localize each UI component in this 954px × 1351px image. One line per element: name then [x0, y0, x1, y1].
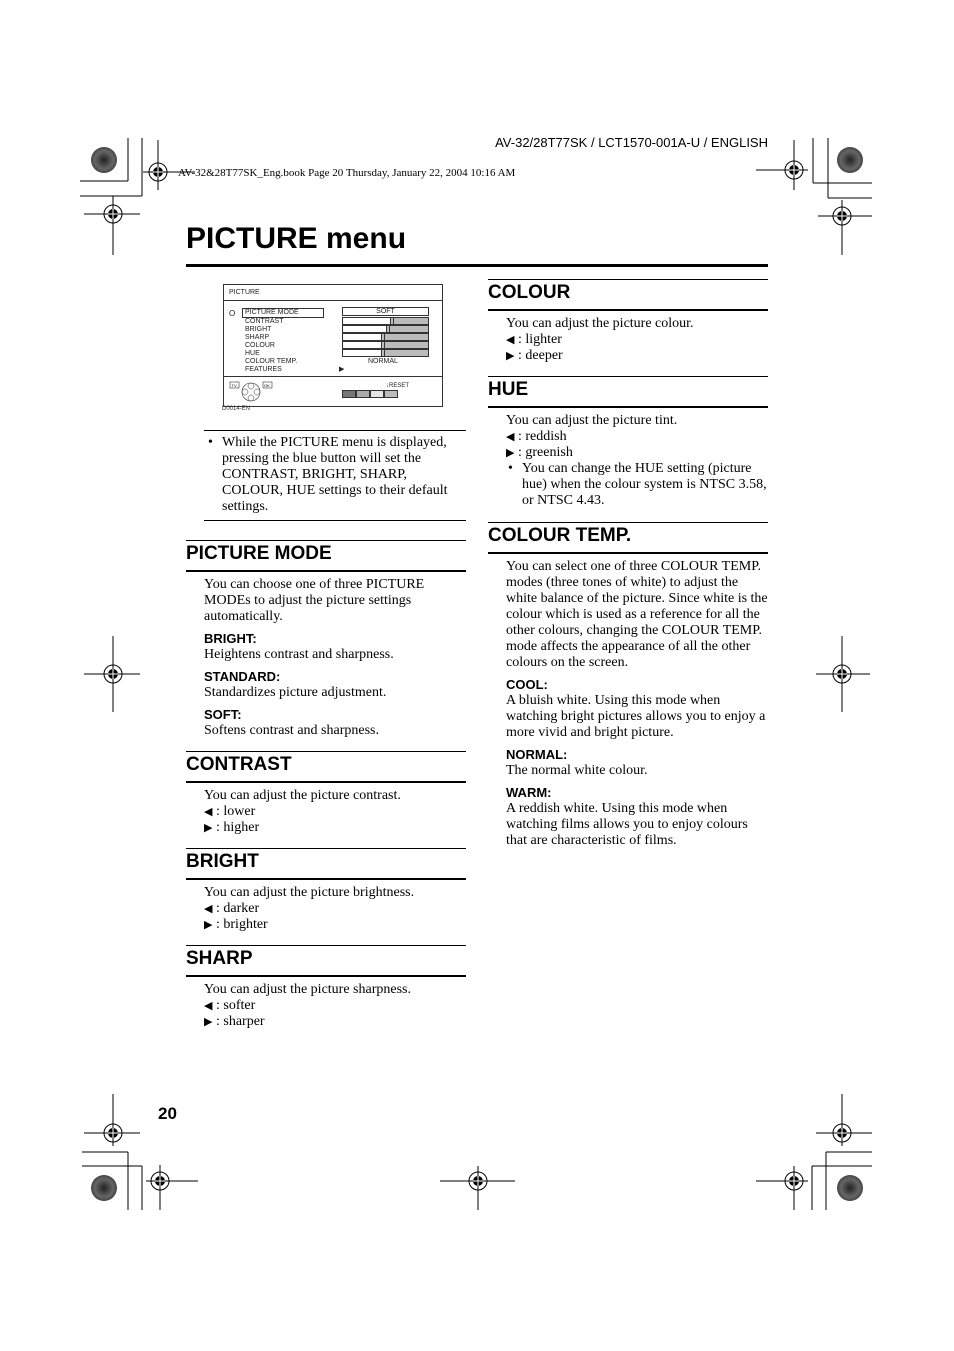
section-heading: HUE — [488, 376, 768, 408]
right-action: : greenish — [518, 445, 573, 460]
ok-label: OK — [264, 383, 270, 388]
remote-dpad-icon: TV OK — [229, 381, 273, 402]
model-code-header: AV-32/28T77SK / LCT1570-001A-U / ENGLISH — [495, 135, 768, 150]
osd-reset-label: ↓RESET — [386, 383, 410, 389]
osd-contrast-bar — [342, 317, 429, 325]
section-bright: BRIGHT You can adjust the picture bright… — [186, 848, 466, 933]
section-sharp: SHARP You can adjust the picture sharpne… — [186, 945, 466, 1030]
red-key — [342, 390, 356, 398]
section-intro: You can choose one of three PICTURE MODE… — [204, 577, 425, 624]
osd-item: HUE — [245, 350, 260, 357]
osd-item: SHARP — [245, 334, 270, 341]
reset-text: RESET — [389, 383, 410, 389]
hue-note: You can change the HUE setting (picture … — [504, 461, 768, 509]
note-text: While the PICTURE menu is displayed, pre… — [204, 435, 466, 515]
osd-item: PICTURE MODE — [242, 308, 324, 318]
right-action: : sharper — [216, 1014, 265, 1029]
section-intro: You can adjust the picture brightness. — [204, 885, 415, 900]
mode-name: NORMAL: — [506, 747, 568, 762]
blue-button-note: While the PICTURE menu is displayed, pre… — [204, 430, 466, 521]
section-heading: COLOUR — [488, 279, 768, 311]
left-action: : reddish — [518, 429, 567, 444]
left-action: : softer — [216, 998, 256, 1013]
osd-item: FEATURES — [245, 366, 282, 373]
osd-item-list: PICTURE MODE CONTRAST BRIGHT SHARP COLOU… — [242, 308, 324, 374]
left-arrow-icon: ◀ — [506, 334, 515, 346]
right-arrow-icon: ▶ — [506, 447, 515, 459]
page-title: PICTURE menu — [186, 222, 407, 255]
section-heading: COLOUR TEMP. — [488, 522, 768, 554]
left-action: : darker — [216, 901, 260, 916]
mode-desc: Standardizes picture adjustment. — [204, 685, 387, 700]
mode-name: SOFT: — [204, 707, 242, 722]
right-action: : higher — [216, 820, 260, 835]
osd-title: PICTURE — [229, 289, 260, 296]
section-heading: CONTRAST — [186, 751, 466, 783]
right-action: : deeper — [518, 348, 563, 363]
section-intro: You can adjust the picture contrast. — [204, 788, 401, 803]
right-action: : brighter — [216, 917, 268, 932]
osd-picture-mode-value: SOFT — [342, 307, 429, 316]
osd-hue-bar — [342, 349, 429, 357]
section-intro: You can adjust the picture sharpness. — [204, 982, 411, 997]
osd-item: COLOUR TEMP. — [245, 358, 298, 365]
osd-item: CONTRAST — [245, 318, 284, 325]
mode-desc: Softens contrast and sharpness. — [204, 723, 379, 738]
left-action: : lower — [216, 804, 256, 819]
right-arrow-icon: ▶ — [204, 1016, 213, 1028]
osd-sharp-bar — [342, 333, 429, 341]
section-heading: PICTURE MODE — [186, 540, 466, 572]
mode-name: BRIGHT: — [204, 631, 257, 646]
section-contrast: CONTRAST You can adjust the picture cont… — [186, 751, 466, 836]
registration-marks — [80, 138, 872, 1210]
osd-item: BRIGHT — [245, 326, 272, 333]
mode-desc: Heightens contrast and sharpness. — [204, 647, 394, 662]
yellow-key — [370, 390, 384, 398]
osd-divider — [224, 376, 442, 377]
mode-name: STANDARD: — [204, 669, 281, 684]
section-heading: BRIGHT — [186, 848, 466, 880]
features-arrow-icon: ▶ — [339, 366, 345, 373]
title-divider — [186, 264, 768, 267]
mode-desc: The normal white colour. — [506, 763, 648, 778]
right-arrow-icon: ▶ — [506, 350, 515, 362]
left-arrow-icon: ◀ — [506, 431, 515, 443]
section-colour-temp: COLOUR TEMP. You can select one of three… — [488, 522, 768, 849]
left-arrow-icon: ◀ — [204, 903, 213, 915]
figure-code: D0014-EN — [222, 406, 251, 412]
section-hue: HUE You can adjust the picture tint. ◀: … — [488, 376, 768, 509]
osd-item: COLOUR — [245, 342, 275, 349]
section-picture-mode: PICTURE MODE You can choose one of three… — [186, 540, 466, 739]
section-colour: COLOUR You can adjust the picture colour… — [488, 279, 768, 364]
green-key — [356, 390, 370, 398]
right-arrow-icon: ▶ — [204, 822, 213, 834]
mode-name: COOL: — [506, 677, 548, 692]
mode-desc: A reddish white. Using this mode when wa… — [506, 801, 748, 848]
section-intro: You can adjust the picture colour. — [506, 316, 694, 331]
mode-desc: A bluish white. Using this mode when wat… — [506, 693, 766, 740]
blue-key — [384, 390, 398, 398]
section-heading: SHARP — [186, 945, 466, 977]
osd-colour-temp-value: NORMAL — [368, 358, 398, 365]
page-number: 20 — [158, 1104, 177, 1123]
left-arrow-icon: ◀ — [204, 1000, 213, 1012]
right-arrow-icon: ▶ — [204, 919, 213, 931]
osd-cursor-icon: O — [229, 309, 236, 318]
picture-menu-osd-illustration: PICTURE O PICTURE MODE CONTRAST BRIGHT S… — [223, 284, 443, 407]
tv-label: TV — [232, 383, 237, 388]
book-info-line: AV-32&28T77SK_Eng.book Page 20 Thursday,… — [178, 167, 516, 179]
left-action: : lighter — [518, 332, 562, 347]
osd-bright-bar — [342, 325, 429, 333]
mode-name: WARM: — [506, 785, 552, 800]
section-intro: You can select one of three COLOUR TEMP.… — [506, 559, 768, 670]
left-arrow-icon: ◀ — [204, 806, 213, 818]
section-intro: You can adjust the picture tint. — [506, 413, 678, 428]
osd-divider — [224, 300, 442, 301]
osd-colour-bar — [342, 341, 429, 349]
